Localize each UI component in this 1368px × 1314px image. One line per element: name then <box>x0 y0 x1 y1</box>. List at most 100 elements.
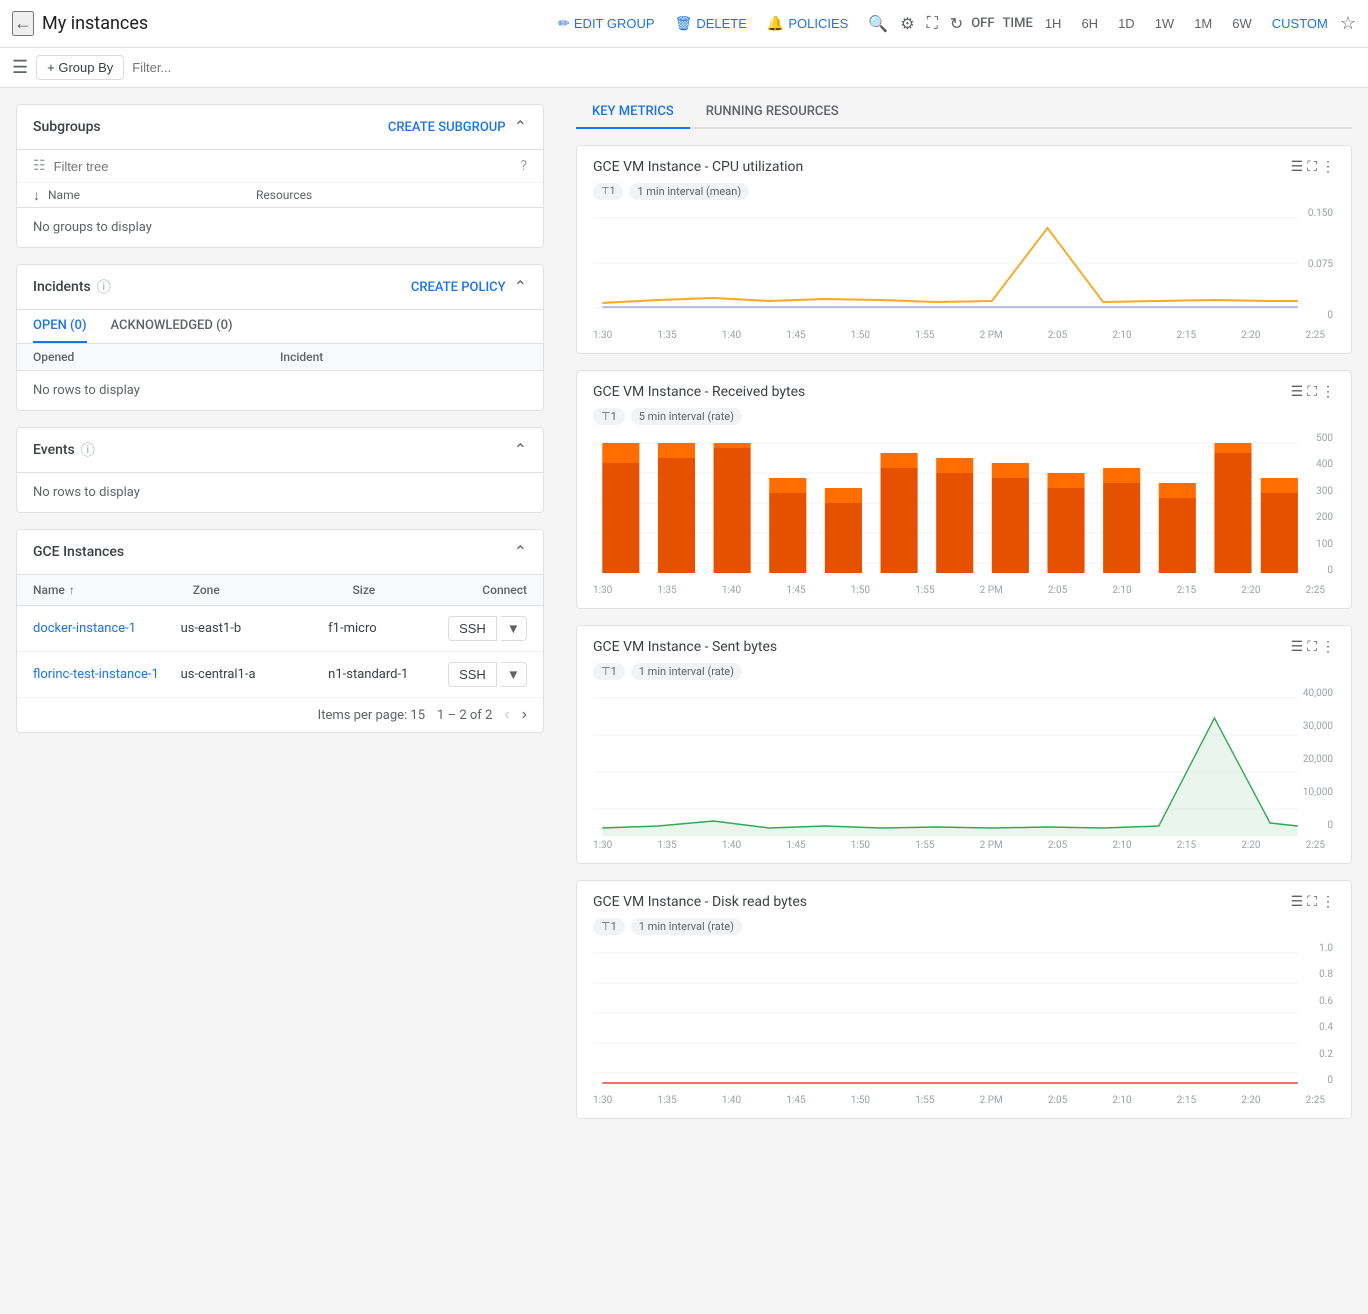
incidents-help-icon[interactable]: ⓘ <box>97 277 111 297</box>
th-name: Name ↑ <box>33 583 193 597</box>
back-button[interactable]: ← <box>12 11 34 36</box>
events-collapse-button[interactable]: ⌃ <box>514 440 527 460</box>
refresh-button[interactable]: ↻ <box>946 10 967 38</box>
time-1h-button[interactable]: 1H <box>1037 12 1070 35</box>
disk-interval-badge[interactable]: 1 min interval (rate) <box>631 918 742 935</box>
sent-filter-badge[interactable]: ⊤1 <box>593 663 625 680</box>
col-resources-label: Resources <box>256 188 312 202</box>
metric-tabs: KEY METRICS RUNNING RESOURCES <box>576 88 1352 129</box>
tab-open[interactable]: OPEN (0) <box>33 310 87 343</box>
time-6h-button[interactable]: 6H <box>1073 12 1106 35</box>
filter-tree-icon: ☷ <box>33 158 46 174</box>
received-interval-badge[interactable]: 5 min interval (rate) <box>631 408 742 425</box>
received-filter-badge[interactable]: ⊤1 <box>593 408 625 425</box>
cpu-chart-svg <box>593 208 1335 328</box>
cpu-y-labels: 0.150 0.075 0 <box>1308 208 1335 321</box>
sort-name-icon: ↑ <box>69 583 75 597</box>
edit-group-button[interactable]: ✏ EDIT GROUP <box>550 9 662 38</box>
gce-instances-collapse-button[interactable]: ⌃ <box>514 542 527 562</box>
sent-chart-svg <box>593 688 1335 838</box>
cpu-list-button[interactable]: ☰ <box>1291 158 1304 175</box>
events-card: Events ⓘ ⌃ No rows to display <box>16 427 544 513</box>
sent-more-button[interactable]: ⋮ <box>1321 638 1335 655</box>
ssh-dropdown-1[interactable]: ▼ <box>501 616 527 641</box>
th-incident: Incident <box>280 350 527 364</box>
disk-filter-icon: ⊤1 <box>601 920 617 933</box>
time-1d-button[interactable]: 1D <box>1110 12 1143 35</box>
nav-actions: ✏ EDIT GROUP 🗑 DELETE 🔔 POLICIES <box>550 9 856 38</box>
time-1m-button[interactable]: 1M <box>1186 12 1220 35</box>
tab-key-metrics[interactable]: KEY METRICS <box>576 96 690 129</box>
time-1w-button[interactable]: 1W <box>1147 12 1183 35</box>
ssh-button-1[interactable]: SSH <box>448 616 497 641</box>
received-x-labels: 1:301:351:401:451:501:552 PM2:052:102:15… <box>593 585 1335 596</box>
instance-zone-1: us-east1-b <box>181 621 329 636</box>
help-icon[interactable]: ? <box>520 158 527 174</box>
sent-expand-button[interactable]: ⛶ <box>1307 638 1317 655</box>
incidents-collapse-button[interactable]: ⌃ <box>514 277 527 297</box>
create-subgroup-button[interactable]: CREATE SUBGROUP <box>388 120 506 135</box>
filter-tree-input[interactable] <box>54 159 513 174</box>
delete-button[interactable]: 🗑 DELETE <box>667 9 755 38</box>
right-panel: KEY METRICS RUNNING RESOURCES GCE VM Ins… <box>560 88 1368 1314</box>
received-more-button[interactable]: ⋮ <box>1321 383 1335 400</box>
tab-running-resources[interactable]: RUNNING RESOURCES <box>690 96 855 129</box>
tab-acknowledged[interactable]: ACKNOWLEDGED (0) <box>111 310 233 343</box>
menu-icon[interactable]: ☰ <box>12 57 28 78</box>
edit-icon: ✏ <box>558 15 570 32</box>
sent-chart-header: GCE VM Instance - Sent bytes ☰ ⛶ ⋮ <box>593 638 1335 655</box>
instance-size-1: f1-micro <box>328 621 448 636</box>
sent-interval-badge[interactable]: 1 min interval (rate) <box>631 663 742 680</box>
disk-more-button[interactable]: ⋮ <box>1321 893 1335 910</box>
group-by-button[interactable]: + Group By <box>36 55 124 80</box>
search-button[interactable]: 🔍 <box>864 10 892 38</box>
subgroups-collapse-button[interactable]: ⌃ <box>514 117 527 137</box>
time-custom-button[interactable]: CUSTOM <box>1264 12 1336 35</box>
off-label: OFF <box>971 16 994 31</box>
received-expand-button[interactable]: ⛶ <box>1307 383 1317 400</box>
settings-button[interactable]: ⚙ <box>896 10 918 38</box>
disk-expand-button[interactable]: ⛶ <box>1307 893 1317 910</box>
received-list-button[interactable]: ☰ <box>1291 383 1304 400</box>
cpu-expand-button[interactable]: ⛶ <box>1307 158 1317 175</box>
sort-button[interactable]: ↓ <box>33 187 40 203</box>
incidents-tabs: OPEN (0) ACKNOWLEDGED (0) <box>17 310 543 344</box>
create-policy-button[interactable]: CREATE POLICY <box>411 280 506 295</box>
disk-list-button[interactable]: ☰ <box>1291 893 1304 910</box>
instance-name-1[interactable]: docker-instance-1 <box>33 621 181 636</box>
sent-chart-wrapper: 1:301:351:401:451:501:552 PM2:052:102:15… <box>593 688 1335 851</box>
th-connect: Connect <box>482 583 527 597</box>
ssh-button-2[interactable]: SSH <box>448 662 497 687</box>
policies-button[interactable]: 🔔 POLICIES <box>759 9 856 38</box>
events-help-icon[interactable]: ⓘ <box>81 440 95 460</box>
sent-list-button[interactable]: ☰ <box>1291 638 1304 655</box>
pagination: Items per page: 15 1 – 2 of 2 ‹ › <box>17 698 543 732</box>
star-button[interactable]: ☆ <box>1340 13 1356 34</box>
gce-instances-card: GCE Instances ⌃ Name ↑ Zone Size Connect… <box>16 529 544 733</box>
table-row: florinc-test-instance-1 us-central1-a n1… <box>17 652 543 698</box>
disk-interval-label: 1 min interval (rate) <box>639 920 734 933</box>
instance-zone-2: us-central1-a <box>181 667 329 682</box>
cpu-filter-badge[interactable]: ⊤1 <box>593 183 623 200</box>
sent-filter-icon: ⊤1 <box>601 665 617 678</box>
next-page-button[interactable]: › <box>522 706 527 724</box>
instance-name-2[interactable]: florinc-test-instance-1 <box>33 667 181 682</box>
time-6w-button[interactable]: 6W <box>1224 12 1260 35</box>
fullscreen-button[interactable]: ⛶ <box>923 11 942 37</box>
cpu-chart-card: GCE VM Instance - CPU utilization ☰ ⛶ ⋮ … <box>576 145 1352 354</box>
filter-tree-row: ☷ ? <box>17 150 543 183</box>
cpu-chart-wrapper: 1:301:351:401:451:501:552 PM2:052:102:15… <box>593 208 1335 341</box>
prev-page-button[interactable]: ‹ <box>504 706 509 724</box>
cpu-more-button[interactable]: ⋮ <box>1321 158 1335 175</box>
received-chart-wrapper: 1:301:351:401:451:501:552 PM2:052:102:15… <box>593 433 1335 596</box>
disk-y-labels: 1.0 0.8 0.6 0.4 0.2 0 <box>1319 943 1335 1086</box>
ssh-dropdown-2[interactable]: ▼ <box>501 662 527 687</box>
disk-filter-badge[interactable]: ⊤1 <box>593 918 625 935</box>
toolbar: ☰ + Group By <box>0 48 1368 88</box>
incidents-actions: CREATE POLICY ⌃ <box>411 277 527 297</box>
table-row: docker-instance-1 us-east1-b f1-micro SS… <box>17 606 543 652</box>
instance-size-2: n1-standard-1 <box>328 667 448 682</box>
time-label: TIME <box>1002 16 1032 31</box>
cpu-interval-badge[interactable]: 1 min interval (mean) <box>629 183 749 200</box>
filter-input[interactable] <box>132 60 1356 75</box>
